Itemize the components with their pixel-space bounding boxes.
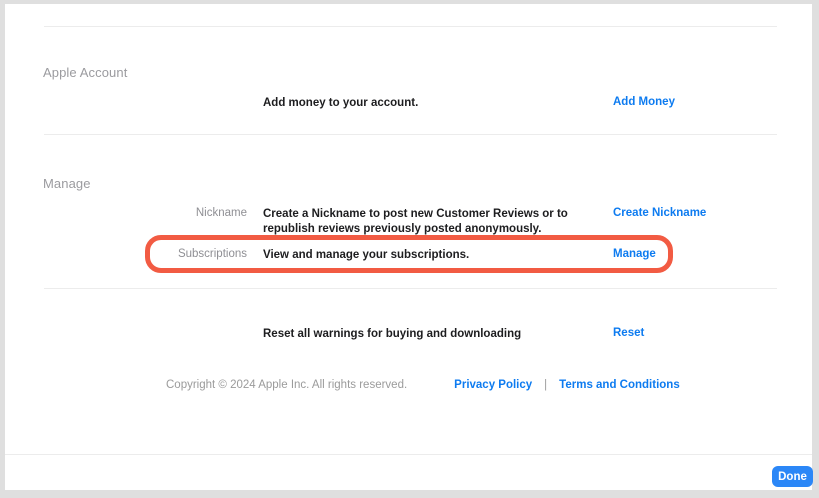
create-nickname-link[interactable]: Create Nickname <box>613 207 706 219</box>
divider-apple-account <box>44 134 777 135</box>
reset-warnings-description: Reset all warnings for buying and downlo… <box>263 327 603 342</box>
privacy-policy-link[interactable]: Privacy Policy <box>454 379 532 391</box>
terms-and-conditions-link[interactable]: Terms and Conditions <box>559 379 680 391</box>
footer: Copyright © 2024 Apple Inc. All rights r… <box>166 379 680 391</box>
subscriptions-description: View and manage your subscriptions. <box>263 248 603 263</box>
footer-separator: | <box>544 379 547 391</box>
screenshot-frame: Apple Account Add money to your account.… <box>0 0 819 498</box>
subscriptions-label: Subscriptions <box>43 248 247 260</box>
nickname-description: Create a Nickname to post new Customer R… <box>263 207 603 237</box>
section-header-manage: Manage <box>43 176 91 191</box>
manage-subscriptions-link[interactable]: Manage <box>613 248 656 260</box>
copyright-text: Copyright © 2024 Apple Inc. All rights r… <box>166 379 407 391</box>
section-header-apple-account: Apple Account <box>43 65 127 80</box>
add-money-link[interactable]: Add Money <box>613 96 675 108</box>
add-money-description: Add money to your account. <box>263 96 603 111</box>
done-button[interactable]: Done <box>772 466 813 487</box>
nickname-label: Nickname <box>43 207 247 219</box>
reset-link[interactable]: Reset <box>613 327 644 339</box>
divider-bottom-bar <box>5 454 812 455</box>
divider-manage <box>44 288 777 289</box>
divider-top <box>44 26 777 27</box>
